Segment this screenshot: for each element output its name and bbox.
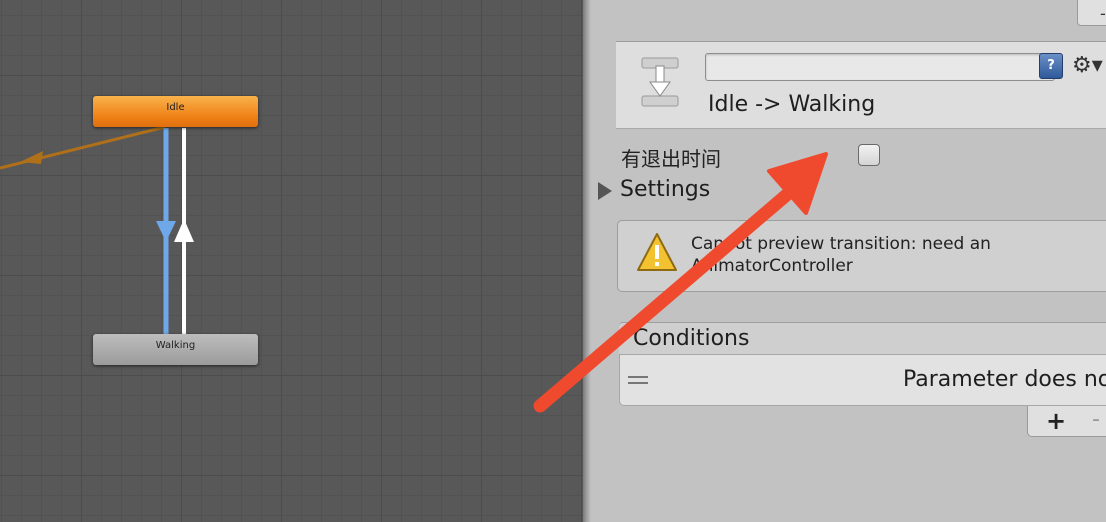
has-exit-time-label: 有退出时间 [621,147,721,171]
transition-title: Idle -> Walking [708,92,876,117]
conditions-footer: + - [1027,406,1106,437]
condition-parameter-text: Parameter does no [903,367,1106,392]
conditions-header: Conditions [619,322,1106,355]
gear-icon[interactable]: ⚙▾ [1072,53,1103,78]
transition-name-input[interactable] [705,53,1055,81]
drag-handle-icon[interactable] [628,376,648,388]
settings-foldout-label[interactable]: Settings [620,177,710,202]
remove-condition-button[interactable]: - [1092,407,1100,432]
animator-graph[interactable]: Idle Walking [0,0,583,522]
panel-divider[interactable] [583,0,591,522]
state-idle[interactable]: Idle [93,96,258,127]
idle-to-walking-arrow [156,221,176,242]
warning-icon [637,233,677,271]
entry-transition-arrow [20,151,43,164]
collapse-tab[interactable]: - [1077,0,1106,26]
collapse-tab-label: - [1100,4,1106,23]
add-condition-button[interactable]: + [1046,407,1066,435]
transition-icon [641,57,679,107]
condition-row[interactable]: Parameter does no [619,354,1106,406]
transition-lines [0,125,194,334]
walking-to-idle-arrow [174,219,194,242]
settings-foldout-arrow-icon[interactable] [598,182,612,200]
conditions-label: Conditions [633,326,750,351]
preview-warning-box: Cannot preview transition: need an Anima… [617,220,1106,292]
state-walking[interactable]: Walking [93,334,258,365]
warning-message: Cannot preview transition: need an Anima… [691,234,991,276]
transition-header: ? ⚙▾ Idle -> Walking [616,41,1106,129]
has-exit-time-checkbox[interactable] [858,144,880,166]
inspector-panel: - ? ⚙▾ Idle -> Walking 有退出时间 Settings Ca… [591,0,1106,522]
help-icon[interactable]: ? [1039,53,1063,79]
